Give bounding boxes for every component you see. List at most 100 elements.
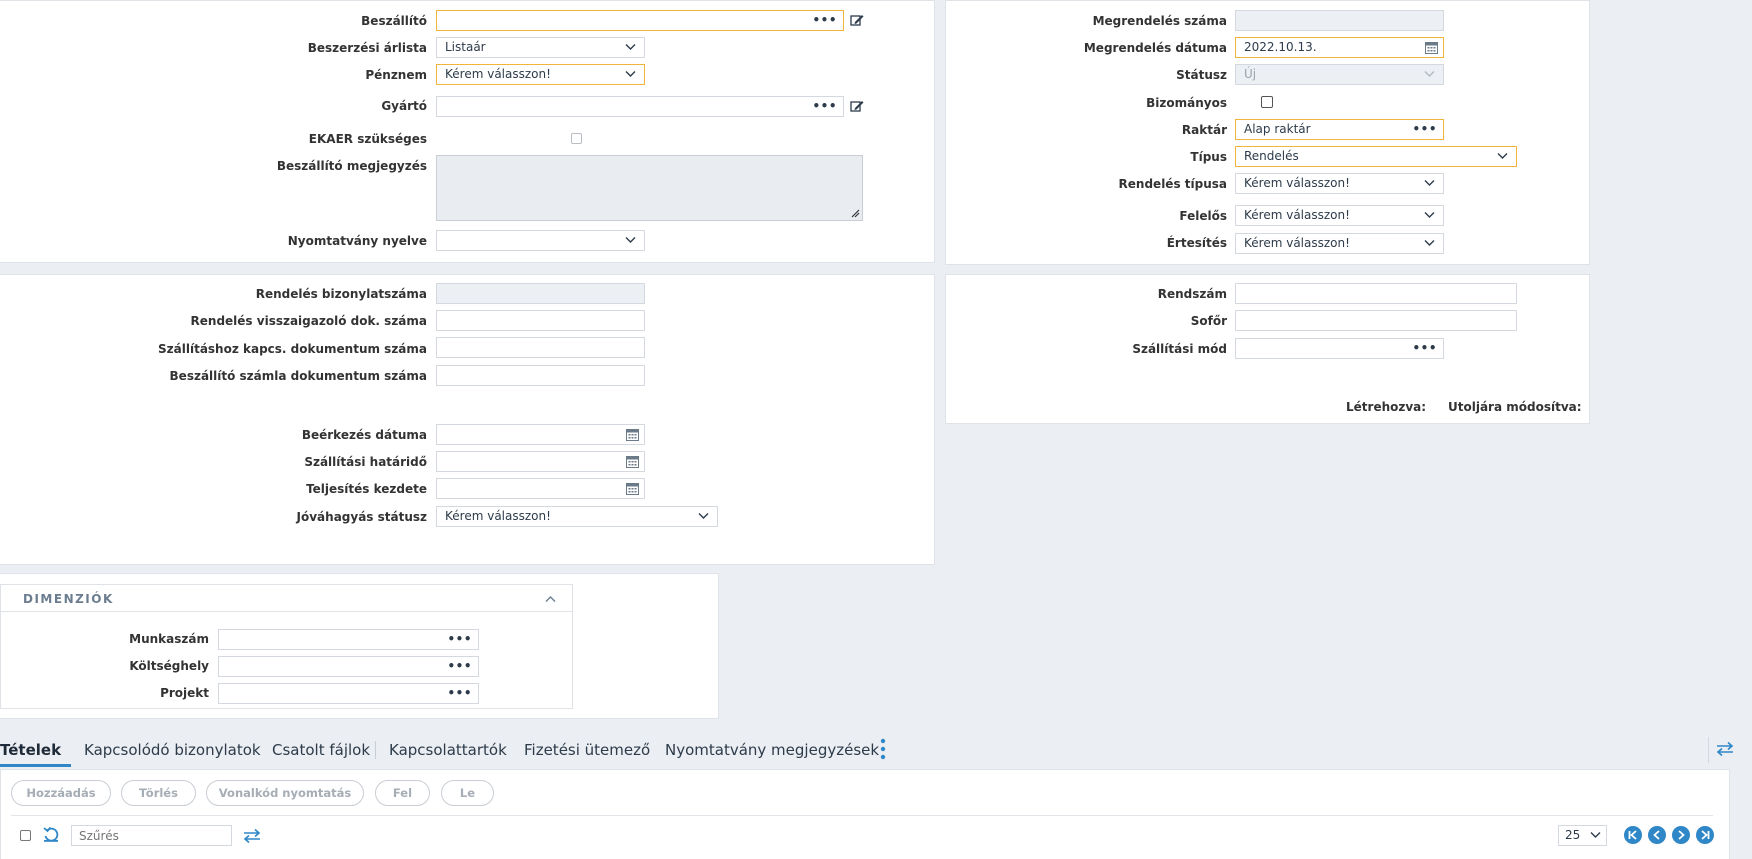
filter-input[interactable] — [71, 825, 232, 846]
refresh-icon[interactable] — [43, 826, 60, 843]
driver-label: Sofőr — [1190, 314, 1227, 328]
lookup-dots-icon[interactable]: ••• — [812, 98, 837, 115]
dimensions-header[interactable]: DIMENZIÓK — [0, 584, 573, 612]
warehouse-field[interactable]: Alap raktár ••• — [1235, 119, 1444, 140]
currency-label: Pénznem — [365, 68, 427, 82]
lookup-dots-icon[interactable]: ••• — [1412, 340, 1437, 357]
tab-items[interactable]: Tételek — [0, 741, 61, 759]
calendar-icon[interactable] — [1425, 41, 1438, 54]
previous-page-button[interactable] — [1648, 826, 1666, 844]
tab-attached-files[interactable]: Csatolt fájlok — [272, 741, 370, 759]
order-type-label: Rendelés típusa — [1118, 177, 1227, 191]
driver-input[interactable] — [1235, 310, 1517, 331]
tab-print-notes[interactable]: Nyomtatvány megjegyzések — [665, 741, 879, 759]
delete-button[interactable]: Törlés — [121, 780, 196, 806]
lookup-dots-icon[interactable]: ••• — [1412, 121, 1437, 138]
delivery-deadline-input[interactable] — [436, 451, 645, 472]
move-down-button[interactable]: Le — [441, 780, 494, 806]
lookup-dots-icon[interactable]: ••• — [447, 631, 472, 648]
approval-status-value: Kérem válasszon! — [445, 509, 551, 523]
order-doc-number-field — [436, 283, 645, 304]
order-type-value: Kérem válasszon! — [1244, 176, 1350, 190]
next-page-button[interactable] — [1672, 826, 1690, 844]
job-number-field[interactable]: ••• — [218, 629, 479, 650]
shipping-mode-field[interactable]: ••• — [1235, 338, 1444, 359]
tab-payment-schedule[interactable]: Fizetési ütemező — [524, 741, 650, 759]
chevron-down-icon — [1424, 211, 1435, 219]
swap-arrows-icon[interactable] — [1715, 741, 1735, 757]
arrival-date-input[interactable] — [436, 424, 645, 445]
barcode-print-button[interactable]: Vonalkód nyomtatás — [206, 780, 364, 806]
more-vertical-icon[interactable] — [880, 738, 886, 760]
supplier-field[interactable]: ••• — [436, 10, 844, 31]
currency-value: Kérem válasszon! — [445, 67, 551, 81]
lookup-dots-icon[interactable]: ••• — [447, 658, 472, 675]
tab-bar: Tételek Kapcsolódó bizonylatok Csatolt f… — [0, 733, 1752, 769]
edit-icon[interactable] — [850, 13, 864, 27]
last-page-icon — [1701, 830, 1710, 840]
order-type-select[interactable]: Kérem válasszon! — [1235, 173, 1444, 194]
consignment-checkbox[interactable] — [1261, 96, 1273, 108]
tab-related-documents[interactable]: Kapcsolódó bizonylatok — [84, 741, 261, 759]
calendar-icon[interactable] — [626, 482, 639, 495]
edit-icon[interactable] — [850, 99, 864, 113]
plate-label: Rendszám — [1157, 287, 1227, 301]
type-value: Rendelés — [1244, 149, 1299, 163]
created-label: Létrehozva: — [1346, 400, 1427, 414]
order-confirm-doc-input[interactable] — [436, 310, 645, 331]
job-number-label: Munkaszám — [129, 632, 209, 646]
chevron-left-icon — [1653, 830, 1660, 840]
manufacturer-field[interactable]: ••• — [436, 96, 844, 117]
first-page-button[interactable] — [1624, 826, 1642, 844]
type-label: Típus — [1190, 150, 1227, 164]
print-language-select[interactable] — [436, 230, 645, 251]
ekaer-checkbox[interactable] — [571, 133, 582, 144]
lookup-dots-icon[interactable]: ••• — [447, 685, 472, 702]
tab-separator — [1708, 737, 1709, 763]
chevron-down-icon — [1590, 831, 1601, 839]
notification-select[interactable]: Kérem válasszon! — [1235, 233, 1444, 254]
shipping-mode-label: Szállítási mód — [1132, 342, 1227, 356]
chevron-up-icon[interactable] — [545, 595, 556, 603]
add-button[interactable]: Hozzáadás — [11, 780, 111, 806]
lookup-dots-icon[interactable]: ••• — [812, 12, 837, 29]
manufacturer-label: Gyártó — [381, 99, 427, 113]
price-list-value: Listaár — [445, 40, 486, 54]
warehouse-value: Alap raktár — [1244, 122, 1311, 136]
resize-grip-icon[interactable] — [851, 209, 860, 218]
calendar-icon[interactable] — [626, 455, 639, 468]
price-list-select[interactable]: Listaár — [436, 37, 645, 58]
approval-status-select[interactable]: Kérem válasszon! — [436, 506, 718, 527]
fulfillment-start-label: Teljesítés kezdete — [306, 482, 427, 496]
shipping-doc-label: Szállításhoz kapcs. dokumentum száma — [158, 342, 427, 356]
shipping-doc-input[interactable] — [436, 337, 645, 358]
notification-value: Kérem válasszon! — [1244, 236, 1350, 250]
tab-contacts[interactable]: Kapcsolattartók — [389, 741, 507, 759]
type-select[interactable]: Rendelés — [1235, 146, 1517, 167]
page-size-select[interactable]: 25 — [1558, 825, 1607, 846]
select-all-checkbox[interactable] — [20, 830, 31, 841]
order-date-value: 2022.10.13. — [1244, 40, 1317, 54]
move-up-button[interactable]: Fel — [375, 780, 430, 806]
modified-label: Utoljára módosítva: — [1448, 400, 1582, 414]
notification-label: Értesítés — [1166, 236, 1227, 250]
currency-select[interactable]: Kérem válasszon! — [436, 64, 645, 85]
order-date-label: Megrendelés dátuma — [1083, 41, 1227, 55]
project-field[interactable]: ••• — [218, 683, 479, 704]
responsible-value: Kérem válasszon! — [1244, 208, 1350, 222]
calendar-icon[interactable] — [626, 428, 639, 441]
order-date-field[interactable]: 2022.10.13. — [1235, 37, 1444, 58]
cost-center-field[interactable]: ••• — [218, 656, 479, 677]
dimensions-title: DIMENZIÓK — [23, 592, 114, 606]
supplier-note-textarea[interactable] — [436, 155, 863, 221]
last-page-button[interactable] — [1696, 826, 1714, 844]
plate-input[interactable] — [1235, 283, 1517, 304]
swap-arrows-icon[interactable] — [242, 828, 262, 844]
fulfillment-start-input[interactable] — [436, 478, 645, 499]
responsible-select[interactable]: Kérem válasszon! — [1235, 205, 1444, 226]
first-page-icon — [1628, 830, 1637, 840]
active-tab-indicator — [0, 764, 71, 767]
supplier-note-label: Beszállító megjegyzés — [276, 159, 427, 173]
supplier-invoice-doc-input[interactable] — [436, 365, 645, 386]
order-number-label: Megrendelés száma — [1092, 14, 1227, 28]
